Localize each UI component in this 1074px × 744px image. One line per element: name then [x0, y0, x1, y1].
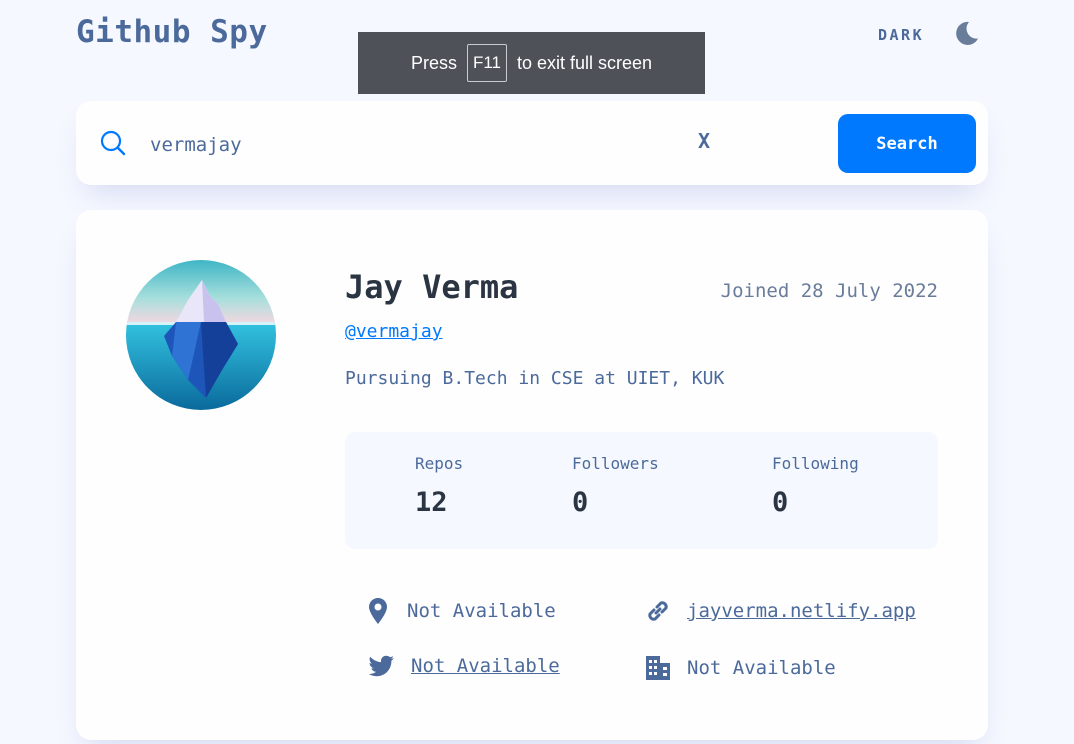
website-row: jayverma.netlify.app [643, 598, 916, 624]
fullscreen-notice: Press F11 to exit full screen [358, 32, 705, 94]
stat-value: 0 [772, 487, 789, 518]
profile-name: Jay Verma [345, 268, 519, 306]
profile-login-link[interactable]: @vermajay [345, 321, 443, 342]
stat-followers: Followers 0 [572, 454, 659, 518]
search-button[interactable]: Search [838, 114, 976, 173]
stat-label: Following [772, 454, 859, 473]
search-bar: X Search [76, 101, 988, 185]
stat-repos: Repos 12 [415, 454, 463, 518]
stat-label: Followers [572, 454, 659, 473]
fullscreen-notice-key: F11 [466, 44, 507, 82]
app-title: Github Spy [76, 14, 268, 50]
profile-bio: Pursuing B.Tech in CSE at UIET, KUK [345, 368, 725, 389]
stat-value: 0 [572, 487, 589, 518]
company-building-icon [643, 655, 673, 681]
location-text: Not Available [407, 600, 556, 622]
search-icon [100, 130, 126, 160]
search-input[interactable] [148, 128, 682, 162]
joined-date: Joined 28 July 2022 [720, 280, 938, 302]
moon-icon [954, 20, 980, 50]
profile-card: Jay Verma Joined 28 July 2022 @vermajay … [76, 210, 988, 740]
theme-label: DARK [878, 26, 925, 44]
clear-search-button[interactable]: X [698, 129, 710, 153]
twitter-link[interactable]: Not Available [411, 655, 560, 677]
location-row: Not Available [363, 598, 556, 624]
theme-toggle-button[interactable]: DARK [878, 20, 980, 50]
company-row: Not Available [643, 655, 836, 681]
twitter-icon [367, 655, 397, 677]
fullscreen-notice-prefix: Press [410, 52, 457, 73]
stat-value: 12 [415, 487, 448, 518]
stats-panel: Repos 12 Followers 0 Following 0 [345, 432, 938, 549]
stat-label: Repos [415, 454, 464, 473]
website-link[interactable]: jayverma.netlify.app [687, 600, 916, 622]
company-text: Not Available [687, 657, 836, 679]
fullscreen-notice-suffix: to exit full screen [517, 52, 653, 73]
location-pin-icon [363, 598, 393, 624]
twitter-row: Not Available [367, 655, 560, 677]
link-icon [643, 598, 673, 624]
stat-following: Following 0 [772, 454, 859, 518]
avatar [126, 260, 276, 410]
